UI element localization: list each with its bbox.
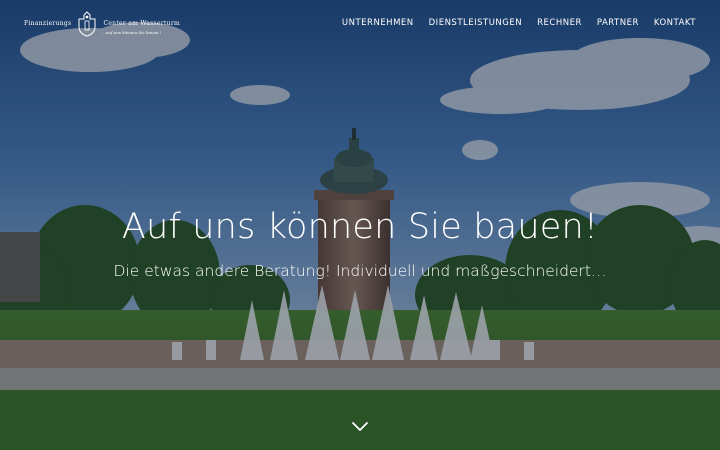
- logo-tagline: …auf uns können Sie bauen !: [102, 30, 162, 35]
- hero-section: Finanzierungs Center am Wasserturm …auf …: [0, 0, 720, 450]
- logo-name-left: Finanzierungs: [24, 20, 72, 27]
- navbar: Finanzierungs Center am Wasserturm …auf …: [0, 0, 720, 46]
- scroll-down-button[interactable]: [350, 418, 370, 432]
- hero-headline: Auf uns können Sie bauen!: [121, 207, 599, 247]
- logo-name-right: Center am Wasserturm: [103, 20, 180, 27]
- nav-item-rechner[interactable]: RECHNER: [537, 18, 582, 28]
- hero-subheadline: Die etwas andere Beratung! Individuell u…: [113, 262, 607, 280]
- crest-icon: [75, 11, 99, 37]
- nav-item-partner[interactable]: PARTNER: [597, 18, 639, 28]
- logo[interactable]: Finanzierungs Center am Wasserturm …auf …: [24, 11, 180, 37]
- nav-item-kontakt[interactable]: KONTAKT: [654, 18, 696, 28]
- nav-item-unternehmen[interactable]: UNTERNEHMEN: [342, 18, 414, 28]
- nav-item-dienstleistungen[interactable]: DIENSTLEISTUNGEN: [429, 18, 522, 28]
- chevron-down-icon: [352, 422, 368, 431]
- main-menu: UNTERNEHMEN DIENSTLEISTUNGEN RECHNER PAR…: [342, 18, 696, 28]
